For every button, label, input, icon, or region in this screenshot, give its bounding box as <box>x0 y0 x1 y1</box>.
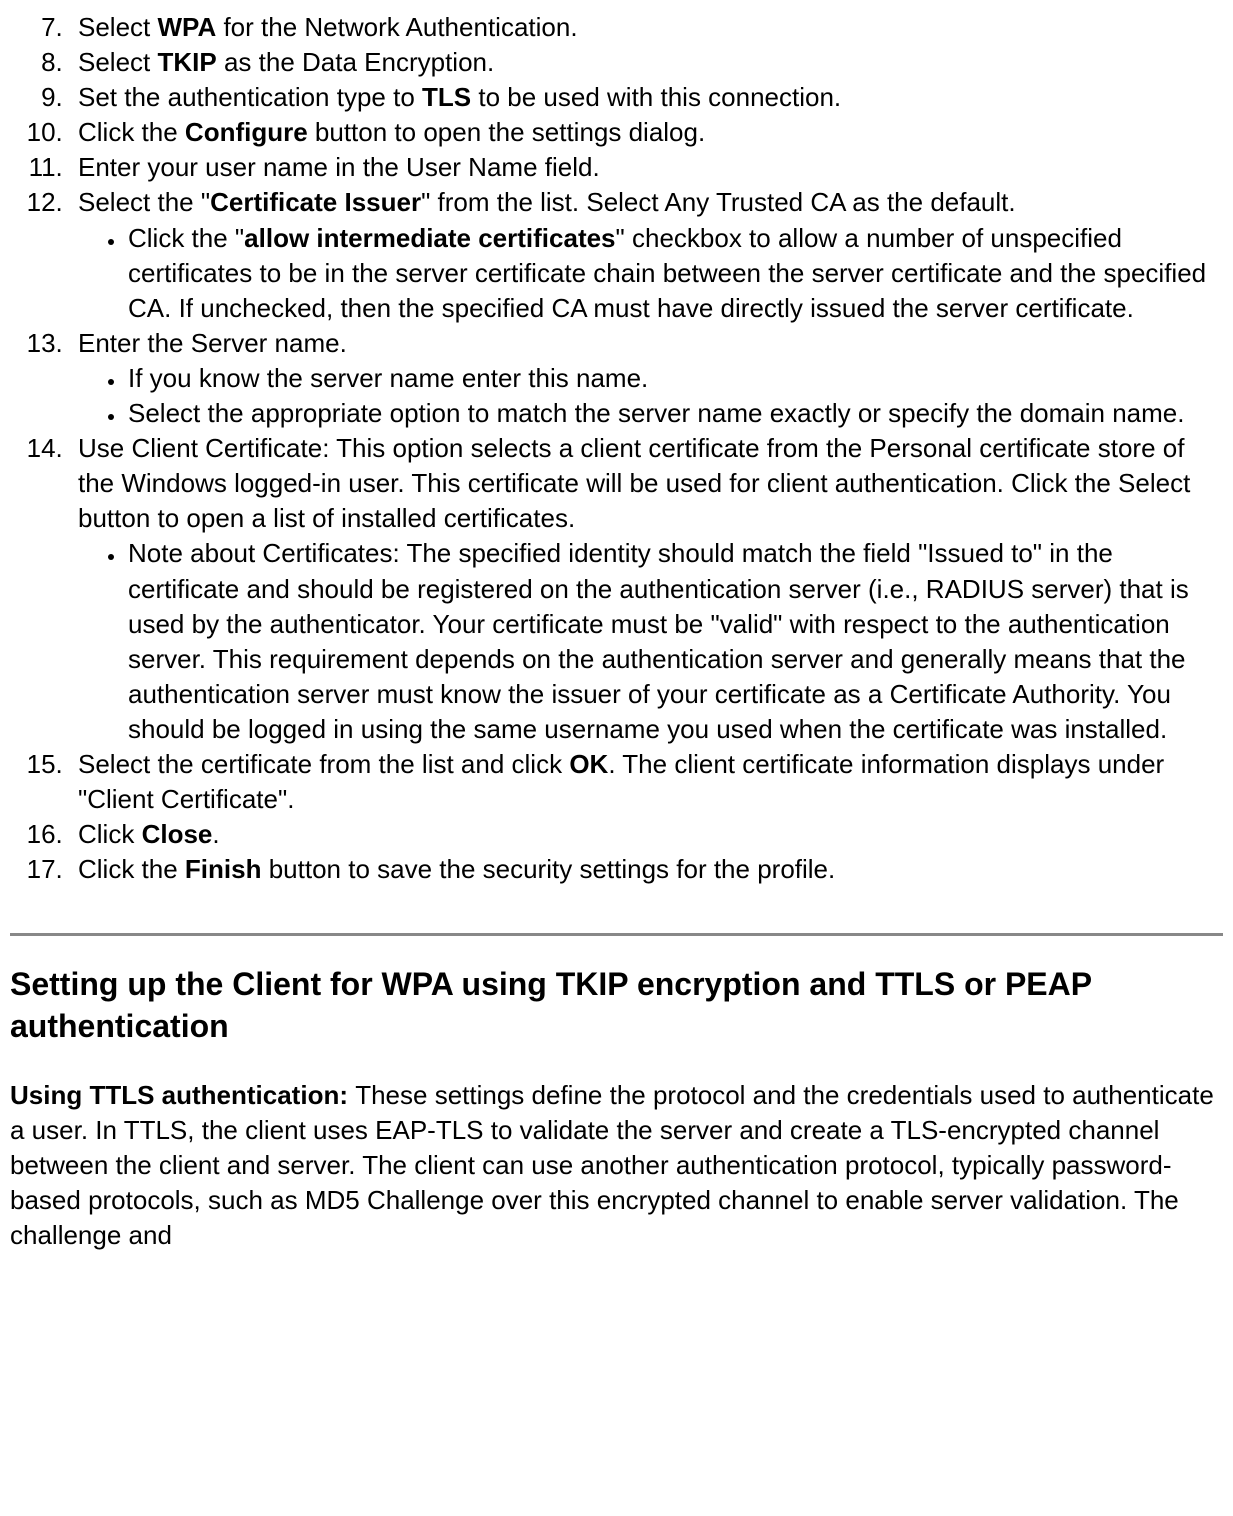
text: Set the authentication type to <box>78 82 422 112</box>
text: for the Network Authentication. <box>216 12 577 42</box>
divider <box>10 933 1223 936</box>
bold-text: Configure <box>185 117 308 147</box>
list-item-12: Select the "Certificate Issuer" from the… <box>70 185 1223 325</box>
text: Click <box>78 819 142 849</box>
bold-text: TKIP <box>158 47 217 77</box>
list-item-15: Select the certificate from the list and… <box>70 747 1223 817</box>
list-item-7: Select WPA for the Network Authenticatio… <box>70 10 1223 45</box>
text: Click the <box>78 854 185 884</box>
text: Click the <box>78 117 185 147</box>
sub-list-item: Select the appropriate option to match t… <box>126 396 1223 431</box>
list-item-9: Set the authentication type to TLS to be… <box>70 80 1223 115</box>
text: Select <box>78 12 158 42</box>
list-item-8: Select TKIP as the Data Encryption. <box>70 45 1223 80</box>
text: to be used with this connection. <box>471 82 841 112</box>
text: Select the certificate from the list and… <box>78 749 569 779</box>
text: Select the appropriate option to match t… <box>128 398 1184 428</box>
bold-text: Finish <box>185 854 262 884</box>
sub-list-item: Note about Certificates: The specified i… <box>126 536 1223 747</box>
text: as the Data Encryption. <box>217 47 494 77</box>
bold-text: allow intermediate certificates <box>244 223 615 253</box>
text: Select the " <box>78 187 210 217</box>
text: If you know the server name enter this n… <box>128 363 648 393</box>
text: button to open the settings dialog. <box>308 117 706 147</box>
list-item-17: Click the Finish button to save the secu… <box>70 852 1223 887</box>
bold-text: OK <box>569 749 608 779</box>
text: Enter your user name in the User Name fi… <box>78 152 600 182</box>
list-item-14: Use Client Certificate: This option sele… <box>70 431 1223 747</box>
sub-list: Note about Certificates: The specified i… <box>78 536 1223 747</box>
text: Note about Certificates: The specified i… <box>128 538 1189 743</box>
instruction-list: Select WPA for the Network Authenticatio… <box>10 10 1223 887</box>
sub-list-item: Click the "allow intermediate certificat… <box>126 221 1223 326</box>
text: Use Client Certificate: This option sele… <box>78 433 1190 533</box>
text: . <box>212 819 219 849</box>
bold-text: Using TTLS authentication: <box>10 1080 355 1110</box>
text: Enter the Server name. <box>78 328 347 358</box>
paragraph: Using TTLS authentication: These setting… <box>10 1078 1223 1253</box>
sub-list: If you know the server name enter this n… <box>78 361 1223 431</box>
text: Select <box>78 47 158 77</box>
list-item-13: Enter the Server name. If you know the s… <box>70 326 1223 431</box>
text: button to save the security settings for… <box>261 854 835 884</box>
bold-text: TLS <box>422 82 471 112</box>
list-item-10: Click the Configure button to open the s… <box>70 115 1223 150</box>
text: " from the list. Select Any Trusted CA a… <box>421 187 1016 217</box>
section-heading: Setting up the Client for WPA using TKIP… <box>10 964 1223 1047</box>
bold-text: Close <box>142 819 213 849</box>
bold-text: Certificate Issuer <box>210 187 421 217</box>
text: Click the " <box>128 223 244 253</box>
sub-list: Click the "allow intermediate certificat… <box>78 221 1223 326</box>
sub-list-item: If you know the server name enter this n… <box>126 361 1223 396</box>
bold-text: WPA <box>158 12 217 42</box>
list-item-16: Click Close. <box>70 817 1223 852</box>
list-item-11: Enter your user name in the User Name fi… <box>70 150 1223 185</box>
